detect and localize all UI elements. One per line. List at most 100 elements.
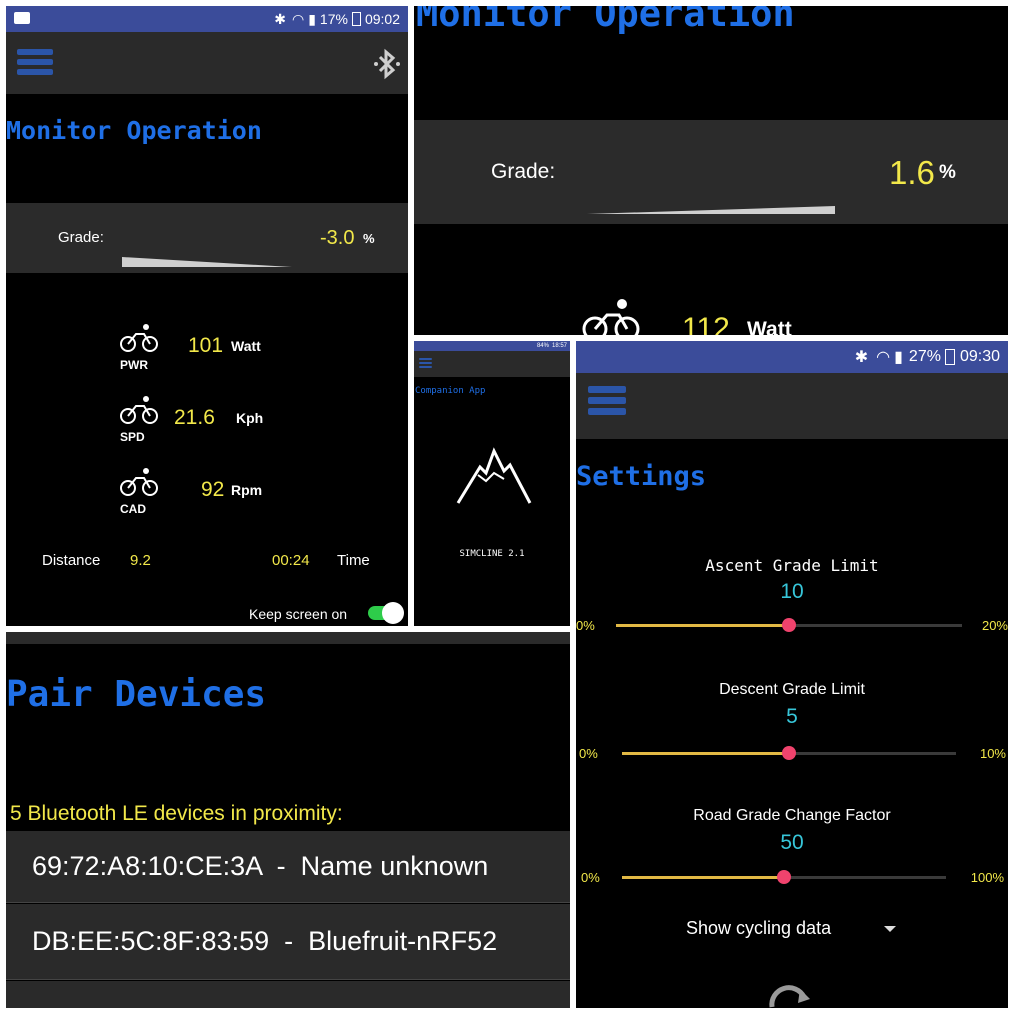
device-row[interactable]: 69:72:A8:10:CE:3A - Name unknown — [6, 831, 570, 903]
slider-min: 0% — [579, 746, 598, 761]
signal-icon: ▮ — [894, 349, 903, 366]
battery-icon — [944, 349, 955, 365]
metric-value: 92 — [201, 478, 225, 501]
clock: 18:57 — [551, 343, 567, 349]
grade-unit: % — [939, 162, 956, 183]
metric-unit: Watt — [231, 338, 261, 354]
pair-devices-screen: Pair Devices 5 Bluetooth LE devices in p… — [6, 632, 570, 1008]
metric-icon-label: CAD — [120, 502, 146, 516]
clock: 09:30 — [959, 348, 1000, 365]
menu-icon[interactable] — [17, 49, 53, 75]
slider-label: Descent Grade Limit — [719, 681, 865, 698]
battery-percent: 27% — [908, 348, 941, 365]
menu-icon[interactable] — [588, 386, 626, 415]
grade-slope-graphic — [122, 257, 292, 267]
bluetooth-status-icon: ✱ — [854, 349, 869, 366]
clock: 09:02 — [364, 11, 400, 27]
time-label: Time — [337, 552, 370, 569]
status-bar: 84% 18:57 — [414, 341, 570, 351]
status-bar: ✱ ◠ ▮ 17% 09:02 — [6, 6, 408, 32]
bike-icon — [120, 468, 158, 496]
page-title: Pair Devices — [6, 674, 267, 715]
device-row[interactable] — [6, 981, 570, 1008]
status-bar: ✱ ◠ ▮ 27% 09:30 — [576, 341, 1008, 373]
time-value: 00:24 — [272, 552, 310, 569]
slider-thumb[interactable] — [782, 618, 796, 632]
version-label: SIMCLINE 2.1 — [459, 549, 525, 559]
slider-fill — [622, 876, 784, 879]
menu-icon[interactable] — [419, 358, 432, 368]
signal-icon: ▮ — [308, 10, 316, 27]
grade-unit: % — [363, 231, 375, 246]
metric-unit: Watt — [747, 318, 792, 335]
wifi-icon: ◠ — [291, 10, 305, 27]
slider-value: 10 — [780, 580, 804, 603]
metric-unit: Kph — [236, 410, 264, 426]
refresh-icon[interactable] — [766, 983, 812, 1008]
mountain-logo-icon — [456, 447, 532, 504]
metric-icon-label: SPD — [120, 430, 145, 444]
grade-slope-graphic — [587, 206, 835, 214]
slider-label: Road Grade Change Factor — [693, 807, 891, 824]
ascent-grade-slider[interactable] — [616, 618, 962, 632]
metric-value: 21.6 — [174, 406, 215, 429]
distance-label: Distance — [42, 552, 101, 569]
app-bar — [576, 373, 1008, 439]
slider-thumb[interactable] — [777, 870, 791, 884]
app-subtitle: Companion App — [415, 386, 486, 396]
slider-fill — [622, 752, 789, 755]
grade-label: Grade: — [58, 229, 104, 246]
bluetooth-status-icon: ✱ — [274, 10, 286, 27]
metric-power: PWR 101 Watt — [118, 322, 378, 378]
slider-fill — [616, 624, 789, 627]
device-row[interactable]: DB:EE:5C:8F:83:59 - Bluefruit-nRF52 — [6, 904, 570, 980]
battery-percent: 84% — [536, 343, 549, 349]
distance-value: 9.2 — [130, 552, 151, 569]
page-title: Monitor Operation — [416, 6, 795, 35]
grade-value: 1.6 — [889, 154, 935, 191]
proximity-text: 5 Bluetooth LE devices in proximity: — [10, 802, 343, 825]
splash-screen: 84% 18:57 Companion App SIMCLINE 2.1 — [414, 341, 570, 626]
metric-icon-label: PWR — [120, 358, 148, 372]
metric-value: 112 — [682, 312, 730, 335]
descent-grade-slider[interactable] — [622, 746, 956, 760]
bike-icon — [120, 324, 158, 352]
page-title: Monitor Operation — [6, 116, 262, 145]
grade-value: -3.0 — [320, 227, 355, 249]
settings-screen: ✱ ◠ ▮ 27% 09:30 Settings Ascent Grade Li… — [576, 341, 1008, 1008]
slider-min: 0% — [576, 618, 595, 633]
bike-icon — [120, 396, 158, 424]
slider-max: 100% — [970, 870, 1004, 885]
slider-label: Ascent Grade Limit — [705, 556, 879, 575]
metric-unit: Rpm — [231, 482, 263, 498]
metric-speed: SPD 21.6 Kph — [118, 394, 378, 450]
bike-icon — [582, 299, 640, 335]
grade-label: Grade: — [491, 160, 556, 183]
toggle-knob — [382, 602, 404, 624]
page-title: Settings — [576, 461, 707, 492]
battery-icon — [351, 12, 361, 26]
slider-max: 20% — [981, 618, 1008, 633]
chevron-down-icon — [884, 926, 896, 932]
metric-cadence: CAD 92 Rpm — [118, 466, 378, 522]
monitor-screen-2: Monitor Operation Grade: 1.6 % 112 Watt — [414, 6, 1008, 335]
monitor-screen-1: ✱ ◠ ▮ 17% 09:02 Monitor Operation Grade:… — [6, 6, 408, 626]
app-bar — [6, 32, 408, 94]
bluetooth-icon[interactable] — [372, 48, 402, 80]
metric-value: 101 — [188, 334, 224, 357]
app-bar — [6, 632, 570, 644]
app-notification-icon — [14, 12, 30, 24]
dropdown-value: Show cycling data — [686, 918, 832, 938]
keep-screen-toggle[interactable] — [368, 602, 404, 624]
slider-value: 5 — [786, 705, 798, 728]
road-grade-factor-slider[interactable] — [622, 870, 946, 884]
slider-max: 10% — [979, 746, 1006, 761]
slider-thumb[interactable] — [782, 746, 796, 760]
grade-panel: Grade: -3.0 % — [6, 203, 408, 273]
device-label: DB:EE:5C:8F:83:59 - Bluefruit-nRF52 — [32, 926, 498, 956]
cycling-data-dropdown[interactable]: Show cycling data — [686, 918, 896, 948]
grade-panel: Grade: 1.6 % — [414, 120, 1008, 224]
device-label: 69:72:A8:10:CE:3A - Name unknown — [32, 851, 489, 881]
slider-min: 0% — [581, 870, 600, 885]
keep-screen-label: Keep screen on — [249, 606, 348, 622]
